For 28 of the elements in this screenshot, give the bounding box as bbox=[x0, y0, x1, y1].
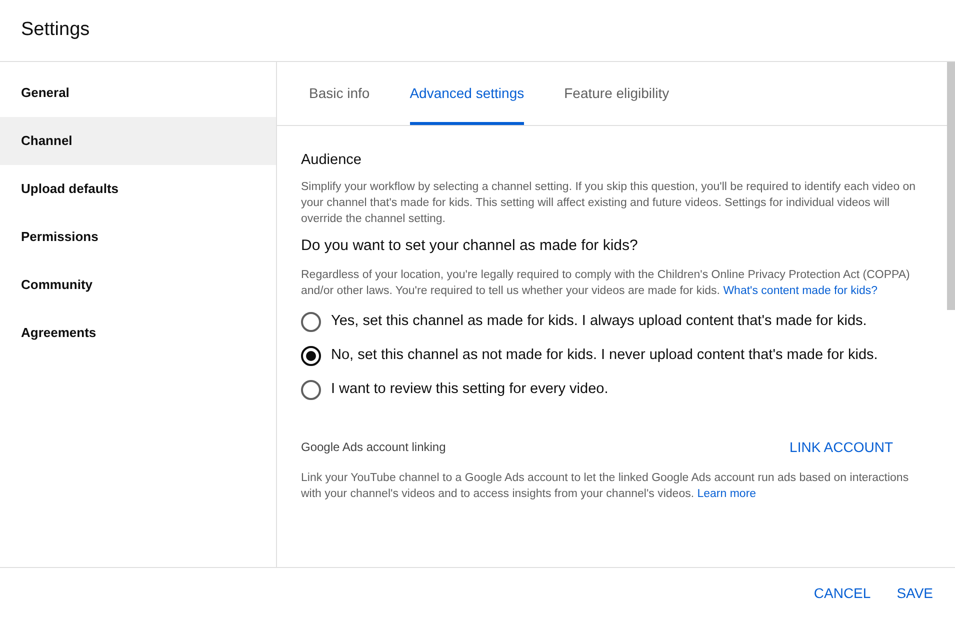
sidebar-item[interactable]: Upload defaults bbox=[0, 165, 276, 213]
option-label: Yes, set this channel as made for kids. I always upload content that's made for kids. bbox=[331, 312, 867, 332]
dialog-title: Settings bbox=[21, 19, 90, 42]
link-account-button[interactable]: LINK ACCOUNT bbox=[790, 436, 893, 458]
radio-button[interactable] bbox=[301, 380, 321, 400]
option-label: No, set this channel as not made for kids. I never upload content that's made for kids. bbox=[331, 346, 878, 366]
section-heading: Audience bbox=[301, 152, 362, 170]
tab[interactable]: Basic info bbox=[309, 62, 370, 125]
description-text: Simplify your workflow by selecting a channel setting. If you skip this question, you'll be required to identify each video on your channel that's made for kids. This setting will affect existing and future videos. Settings for individual videos will override the channel setting. bbox=[301, 180, 917, 228]
footer-button[interactable]: CANCEL bbox=[814, 582, 871, 604]
tab[interactable]: Feature eligibility bbox=[564, 62, 670, 125]
question-text: Do you want to set your channel as made for kids? bbox=[301, 236, 639, 256]
radio-button[interactable] bbox=[301, 346, 321, 366]
sidebar-item[interactable]: General bbox=[0, 69, 276, 117]
sidebar-item[interactable]: Community bbox=[0, 261, 276, 309]
section-heading: Google Ads account linking bbox=[301, 439, 446, 456]
option-label: I want to review this setting for every video. bbox=[331, 380, 608, 400]
radio-button[interactable] bbox=[301, 312, 321, 332]
sidebar-item[interactable]: Permissions bbox=[0, 213, 276, 261]
note-text: Regardless of your location, you're legally required to comply with the Children's Online Privacy Protection Act (COPPA) and/or other laws. You're required to tell us whether your videos are made for kids. What's content made for kids? bbox=[301, 268, 911, 299]
description-text: Link your YouTube channel to a Google Ads account to let the linked Google Ads account run ads based on interactions with your channel's videos and to access insights from your channel's videos. Learn more bbox=[301, 470, 910, 502]
sidebar-item[interactable]: Agreements bbox=[0, 309, 276, 357]
help-link[interactable]: Learn more bbox=[697, 488, 756, 500]
help-link[interactable]: What's content made for kids? bbox=[723, 284, 878, 297]
sidebar-item[interactable]: Channel bbox=[0, 117, 276, 165]
tab[interactable]: Advanced settings bbox=[410, 62, 524, 125]
scrollbar-thumb[interactable] bbox=[947, 62, 955, 310]
footer-button[interactable]: SAVE bbox=[896, 582, 933, 604]
